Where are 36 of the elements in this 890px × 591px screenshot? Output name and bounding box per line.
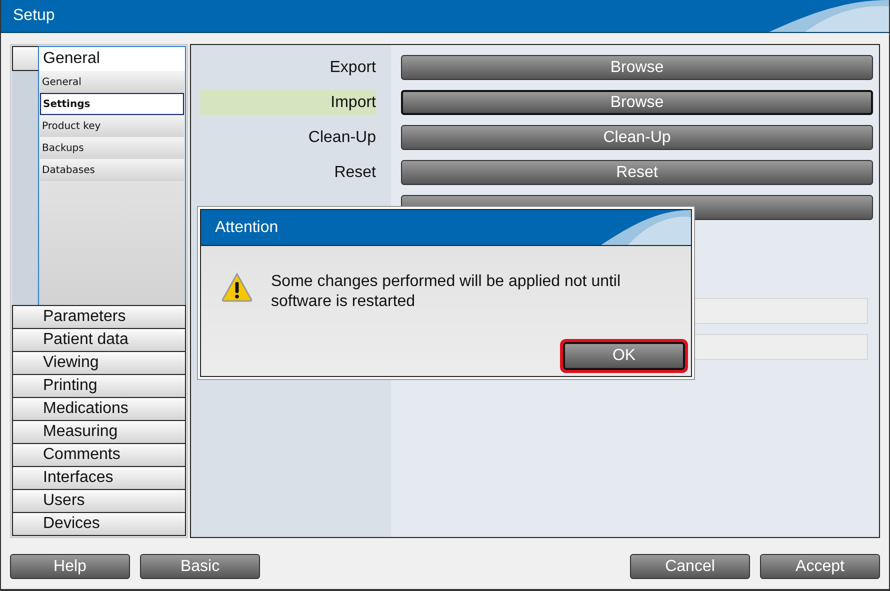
title-bar-swoosh-icon (601, 210, 691, 245)
sidebar-subitem[interactable]: Product key (40, 115, 184, 137)
sidebar-category[interactable]: Viewing (12, 352, 186, 375)
sidebar-subitem[interactable]: General (40, 71, 184, 93)
ok-button[interactable]: OK (563, 342, 685, 370)
footer-button[interactable]: Basic (140, 554, 260, 579)
sidebar-category[interactable]: Medications (12, 398, 186, 421)
sidebar-category[interactable]: Devices (12, 513, 186, 536)
sidebar-header[interactable]: General (39, 46, 185, 71)
footer-button[interactable]: Help (10, 554, 130, 579)
sidebar-category[interactable]: Parameters (12, 305, 186, 329)
row-button[interactable]: Reset (401, 160, 873, 185)
row-label: Import (330, 93, 377, 113)
row-button[interactable]: Clean-Up (401, 125, 873, 150)
sidebar-category[interactable]: Patient data (12, 329, 186, 352)
dialog-message: Some changes performed will be applied not until software is restarted (271, 272, 622, 312)
sidebar-category[interactable]: Users (12, 490, 186, 513)
footer-button[interactable]: Cancel (630, 554, 750, 579)
sidebar-category[interactable]: Interfaces (12, 467, 186, 490)
sidebar-category[interactable]: Comments (12, 444, 186, 467)
row-label: Clean-Up (307, 128, 377, 148)
footer-button[interactable]: Accept (760, 554, 880, 579)
dialog-title: Attention (215, 218, 278, 236)
row-button[interactable]: Browse (401, 55, 873, 80)
sidebar-subitem[interactable]: Settings (40, 93, 184, 115)
row-label: Export (328, 58, 377, 78)
row-label: Reset (333, 163, 377, 183)
sidebar-category[interactable]: Printing (12, 375, 186, 398)
warning-icon (221, 272, 253, 302)
sidebar-category[interactable]: Measuring (12, 421, 186, 444)
row-button[interactable]: Browse (401, 90, 873, 115)
window-title: Setup (13, 7, 55, 25)
sidebar-subitem[interactable]: Databases (40, 159, 184, 181)
sidebar-subitem[interactable]: Backups (40, 137, 184, 159)
title-bar-swoosh-icon (769, 0, 889, 32)
sidebar-tab[interactable] (12, 46, 38, 71)
